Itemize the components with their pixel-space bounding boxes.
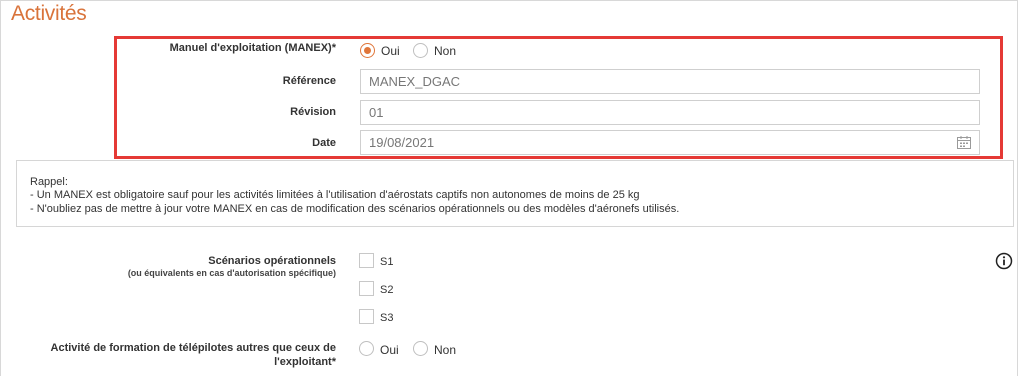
- formation-non-label[interactable]: Non: [434, 343, 456, 357]
- highlight-box: [114, 36, 1003, 159]
- formation-oui-radio[interactable]: [359, 341, 374, 356]
- scenario-s3-label[interactable]: S3: [380, 312, 393, 324]
- scenarios-label: Scénarios opérationnels: [208, 255, 336, 267]
- rappel-line-2: - N'oubliez pas de mettre à jour votre M…: [30, 203, 680, 215]
- frame-right-border: [1017, 0, 1018, 376]
- rappel-line-1: - Un MANEX est obligatoire sauf pour les…: [30, 189, 640, 201]
- formation-non-radio[interactable]: [413, 341, 428, 356]
- scenario-s1-label[interactable]: S1: [380, 256, 393, 268]
- formation-label-line2: l'exploitant*: [274, 356, 336, 368]
- section-title: Activités: [11, 2, 87, 25]
- scenario-s2-label[interactable]: S2: [380, 284, 393, 296]
- frame-top-border: [0, 0, 1018, 1]
- scenario-s3-checkbox[interactable]: [359, 309, 374, 324]
- formation-label-line1: Activité de formation de télépilotes aut…: [50, 342, 336, 354]
- scenario-s1-checkbox[interactable]: [359, 253, 374, 268]
- scenarios-sublabel: (ou équivalents en cas d'autorisation sp…: [127, 268, 336, 278]
- formation-oui-label[interactable]: Oui: [380, 343, 399, 357]
- info-icon[interactable]: [995, 252, 1013, 270]
- rappel-title: Rappel:: [30, 176, 68, 188]
- scenario-s2-checkbox[interactable]: [359, 281, 374, 296]
- frame-left-border: [0, 0, 1, 376]
